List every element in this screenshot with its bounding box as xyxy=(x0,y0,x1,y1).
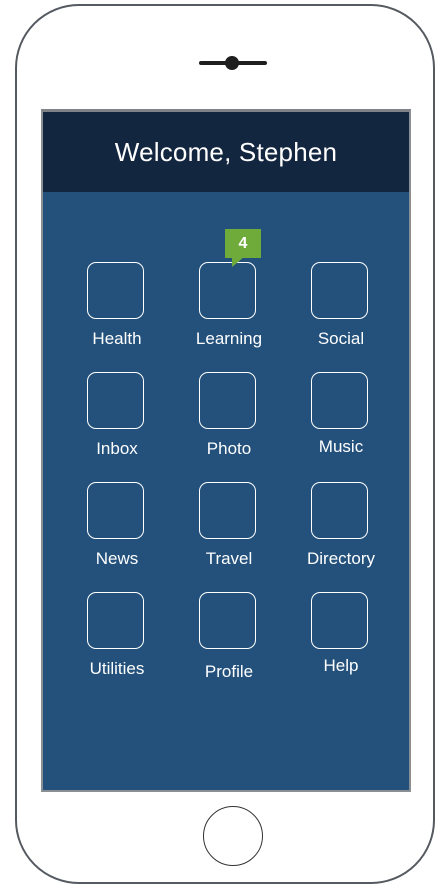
app-row: Health 4 Learning Social xyxy=(61,229,397,372)
app-row: Inbox Photo Music xyxy=(61,372,397,482)
title-bar: Welcome, Stephen xyxy=(43,112,409,192)
travel-app-icon[interactable] xyxy=(199,482,256,539)
app-travel[interactable]: Travel xyxy=(173,482,285,592)
app-row: Utilities Profile Help xyxy=(61,592,397,702)
health-app-icon[interactable] xyxy=(87,262,144,319)
phone-screen: Welcome, Stephen Health 4 Learning Socia… xyxy=(41,109,411,792)
music-app-icon[interactable] xyxy=(311,372,368,429)
app-label: Utilities xyxy=(89,659,145,678)
app-directory[interactable]: Directory xyxy=(285,482,397,592)
home-button[interactable] xyxy=(203,806,263,866)
help-app-icon[interactable] xyxy=(311,592,368,649)
app-photo[interactable]: Photo xyxy=(173,372,285,482)
inbox-app-icon[interactable] xyxy=(87,372,144,429)
app-label: Music xyxy=(318,437,364,456)
photo-app-icon[interactable] xyxy=(199,372,256,429)
app-label: Help xyxy=(323,656,359,675)
learning-app-icon[interactable] xyxy=(199,262,256,319)
directory-app-icon[interactable] xyxy=(311,482,368,539)
social-app-icon[interactable] xyxy=(311,262,368,319)
news-app-icon[interactable] xyxy=(87,482,144,539)
app-social[interactable]: Social xyxy=(285,262,397,372)
front-camera xyxy=(225,56,239,70)
app-label: Travel xyxy=(205,549,253,568)
app-label: Inbox xyxy=(96,439,138,458)
app-label: Photo xyxy=(206,439,252,458)
app-utilities[interactable]: Utilities xyxy=(61,592,173,702)
app-label: Health xyxy=(92,329,142,348)
app-label: Learning xyxy=(195,329,263,348)
notification-badge: 4 xyxy=(225,229,261,258)
app-news[interactable]: News xyxy=(61,482,173,592)
app-help[interactable]: Help xyxy=(285,592,397,702)
app-health[interactable]: Health xyxy=(61,262,173,372)
app-label: News xyxy=(95,549,139,568)
phone-frame: Welcome, Stephen Health 4 Learning Socia… xyxy=(15,4,435,884)
app-label: Profile xyxy=(204,662,254,681)
app-music[interactable]: Music xyxy=(285,372,397,482)
utilities-app-icon[interactable] xyxy=(87,592,144,649)
app-label: Social xyxy=(317,329,365,348)
page-title: Welcome, Stephen xyxy=(114,136,338,167)
app-learning[interactable]: 4 Learning xyxy=(173,229,285,372)
app-grid: Health 4 Learning Social Inbox Photo Mus… xyxy=(61,229,397,702)
app-profile[interactable]: Profile xyxy=(173,592,285,702)
app-inbox[interactable]: Inbox xyxy=(61,372,173,482)
profile-app-icon[interactable] xyxy=(199,592,256,649)
app-row: News Travel Directory xyxy=(61,482,397,592)
app-label: Directory xyxy=(306,549,375,568)
